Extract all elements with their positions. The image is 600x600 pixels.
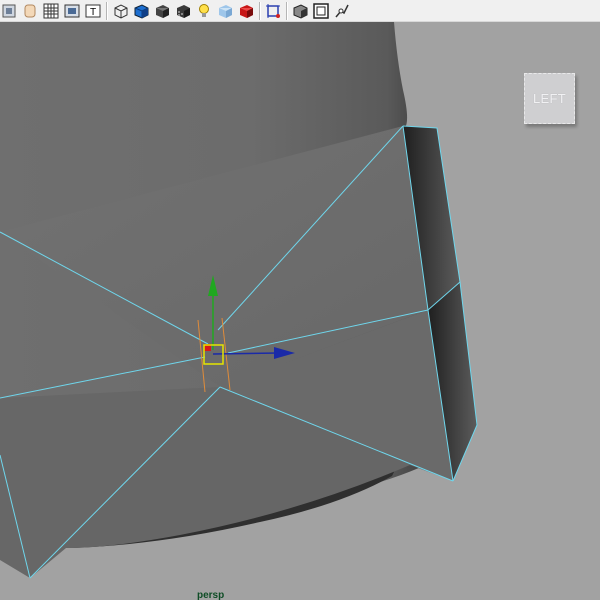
- camera-icon[interactable]: [333, 2, 351, 20]
- viewport-scene: [0, 22, 478, 579]
- grid-icon[interactable]: [42, 2, 60, 20]
- toolbar-separator: [286, 1, 288, 20]
- camera-select-icon[interactable]: [0, 2, 18, 20]
- maya-viewport-window: T LEFT persp: [0, 0, 600, 600]
- light-bulb-icon[interactable]: [195, 2, 213, 20]
- 3d-viewport[interactable]: LEFT: [0, 22, 600, 600]
- panel-toolbar: T: [0, 0, 600, 22]
- camera-name-label: persp: [197, 590, 225, 600]
- film-gate-icon[interactable]: [63, 2, 81, 20]
- wire-on-shaded-icon[interactable]: [312, 2, 330, 20]
- viewcube-label: LEFT: [533, 91, 566, 106]
- svg-text:T: T: [90, 7, 96, 18]
- dark-cube-icon[interactable]: [153, 2, 171, 20]
- textured-cube-icon[interactable]: [174, 2, 192, 20]
- viewcube[interactable]: LEFT: [524, 73, 575, 124]
- image-plane-icon[interactable]: [21, 2, 39, 20]
- text-gate-icon[interactable]: T: [84, 2, 102, 20]
- red-cube-icon[interactable]: [237, 2, 255, 20]
- wireframe-cube-icon[interactable]: [111, 2, 129, 20]
- shadow-cube-icon[interactable]: [216, 2, 234, 20]
- xray-cube-icon[interactable]: [291, 2, 309, 20]
- toolbar-separator: [259, 1, 261, 20]
- isolate-select-icon[interactable]: [264, 2, 282, 20]
- toolbar-separator: [106, 1, 108, 20]
- smooth-shade-cube-icon[interactable]: [132, 2, 150, 20]
